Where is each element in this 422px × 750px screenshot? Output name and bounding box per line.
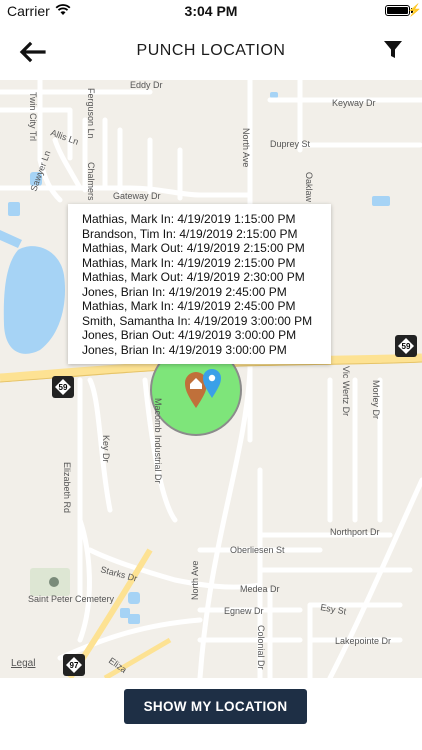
street-label: Elizabeth Rd [62, 462, 72, 513]
page-title: PUNCH LOCATION [136, 42, 286, 59]
route-shield-59-right: 59 [395, 335, 417, 357]
punch-list-callout: Mathias, Mark In: 4/19/2019 1:15:00 PM B… [68, 204, 331, 364]
punch-entry: Jones, Brian In: 4/19/2019 3:00:00 PM [82, 342, 287, 357]
street-label: Ferguson Ln [86, 88, 96, 139]
lake [3, 246, 65, 354]
pond [128, 614, 140, 624]
street-label: Egnew Dr [224, 606, 264, 616]
route-shield-97: 97 [63, 654, 85, 676]
punch-entry: Jones, Brian Out: 4/19/2019 3:00:00 PM [82, 328, 297, 342]
route-shield-label: 59 [402, 342, 411, 351]
pond [270, 92, 278, 98]
charging-icon: ⚡ [407, 3, 422, 17]
street-label: Gateway Dr [113, 191, 161, 201]
street-label: Chalmers [86, 162, 96, 201]
pond [128, 592, 140, 604]
status-bar: Carrier 3:04 PM ⚡ [0, 0, 422, 22]
street-label: Lakepointe Dr [335, 636, 391, 646]
street-label: Colonial Dr [256, 625, 266, 670]
punch-entry: Brandson, Tim In: 4/19/2019 2:15:00 PM [82, 226, 298, 241]
street-label: Northport Dr [330, 527, 380, 537]
show-my-location-button[interactable]: SHOW MY LOCATION [124, 689, 307, 724]
route-shield-59-left: 59 [52, 376, 74, 398]
legal-link[interactable]: Legal [11, 658, 35, 669]
street-label: Twin City Trl [28, 92, 38, 141]
punch-entry: Smith, Samantha In: 4/19/2019 3:00:00 PM [82, 313, 313, 328]
street-label: Eddy Dr [130, 80, 163, 90]
water [0, 230, 22, 248]
street-label: Keyway Dr [332, 98, 376, 108]
punch-entry: Mathias, Mark Out: 4/19/2019 2:30:00 PM [82, 270, 305, 284]
street-label: Vic Wertz Dr [341, 366, 351, 416]
punch-entry: Mathias, Mark In: 4/19/2019 2:15:00 PM [82, 255, 296, 270]
route-shield-label: 97 [70, 661, 79, 670]
street-label: North Ave [190, 561, 200, 600]
pond [8, 202, 20, 216]
street-label: Duprey St [270, 139, 311, 149]
punch-entry: Mathias, Mark Out: 4/19/2019 2:15:00 PM [82, 241, 305, 255]
status-time: 3:04 PM [184, 3, 238, 19]
punch-entry: Mathias, Mark In: 4/19/2019 2:45:00 PM [82, 299, 296, 313]
street-label: Morley Dr [371, 380, 381, 419]
filter-funnel-icon[interactable] [384, 40, 402, 60]
cemetery-icon [49, 577, 59, 587]
punch-entry: Jones, Brian In: 4/19/2019 2:45:00 PM [82, 284, 287, 299]
street-label: Oberliesen St [230, 545, 285, 555]
street-label: Saint Peter Cemetery [28, 594, 115, 604]
pond [372, 196, 390, 206]
punch-entry: Mathias, Mark In: 4/19/2019 1:15:00 PM [82, 212, 296, 226]
street-label: Key Dr [101, 435, 111, 463]
nav-header: PUNCH LOCATION [0, 22, 422, 80]
street-label: North Ave [241, 128, 251, 167]
route-shield-label: 59 [59, 383, 68, 392]
street-label: Macomb Industrial Dr [153, 398, 163, 484]
bottom-bar: SHOW MY LOCATION [0, 678, 422, 750]
map-view[interactable]: 59 59 97 Eddy Dr Keyway Dr Twin City Trl… [0, 80, 422, 678]
street-label: Oaklaw [304, 172, 314, 203]
map-canvas[interactable]: 59 59 97 Eddy Dr Keyway Dr Twin City Trl… [0, 80, 422, 678]
street-label: Medea Dr [240, 584, 280, 594]
